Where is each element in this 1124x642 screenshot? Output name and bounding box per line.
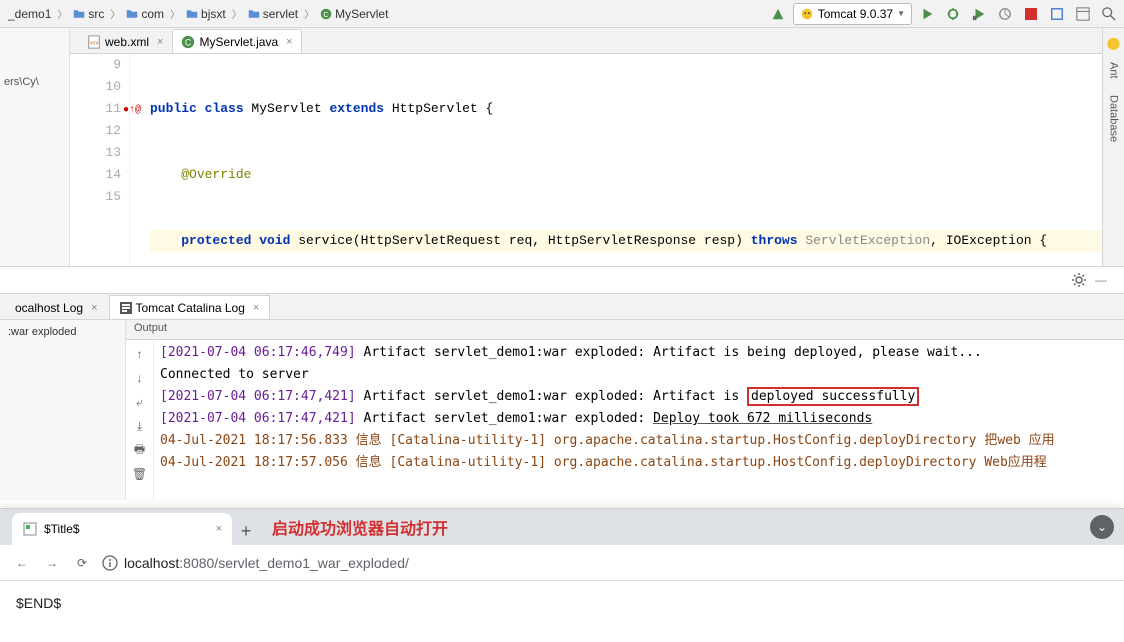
breadcrumb: _demo1 〉 src 〉 com 〉 bjsxt 〉 servlet 〉 C… (4, 5, 767, 23)
info-icon[interactable] (102, 555, 118, 571)
scroll-up-icon[interactable]: ↑ (130, 344, 150, 364)
log-icon (120, 302, 132, 314)
tomcat-icon (800, 7, 814, 21)
scroll-to-end-icon[interactable]: ⤓ (130, 416, 150, 436)
page-icon (22, 521, 38, 537)
back-button[interactable]: ← (12, 556, 32, 570)
reload-button[interactable]: ⟳ (72, 556, 92, 570)
crumb-com[interactable]: com (122, 5, 168, 23)
address-bar[interactable]: localhost:8080/servlet_demo1_war_explode… (102, 555, 1112, 571)
chevron-right-icon: 〉 (110, 6, 120, 21)
annotation-text: 启动成功浏览器自动打开 (272, 515, 448, 539)
chevron-right-icon: 〉 (304, 6, 314, 21)
code-editor[interactable]: 9 10 11●↑@ 12 13 14 15 public class MySe… (70, 54, 1102, 266)
layout-button[interactable] (1072, 3, 1094, 25)
build-icon[interactable] (767, 3, 789, 25)
forward-button[interactable]: → (42, 556, 62, 570)
svg-text:C: C (323, 10, 329, 19)
localhost-log-tab[interactable]: ocalhost Log× (4, 295, 109, 319)
catalina-log-tab[interactable]: Tomcat Catalina Log× (109, 295, 271, 319)
highlight-deployed: deployed successfully (747, 387, 919, 406)
java-class-icon: C (181, 35, 195, 49)
run-coverage-button[interactable] (968, 3, 990, 25)
file-tab-myservlet[interactable]: C MyServlet.java × (172, 29, 301, 53)
crumb-servlet[interactable]: servlet (244, 5, 302, 23)
run-config-selector[interactable]: Tomcat 9.0.37 ▼ (793, 3, 912, 25)
clear-icon[interactable]: 🗑 (130, 464, 150, 484)
ide-notification-icon[interactable]: ⬤ (1107, 36, 1120, 50)
line-gutter: 9 10 11●↑@ 12 13 14 15 (70, 54, 130, 266)
close-icon[interactable]: × (216, 523, 222, 535)
run-button[interactable] (916, 3, 938, 25)
gear-icon[interactable] (1068, 269, 1090, 291)
close-icon[interactable]: × (286, 36, 292, 48)
print-icon[interactable]: 🖶 (130, 440, 150, 460)
svg-text:C: C (185, 37, 191, 47)
override-gutter-icon[interactable]: ●↑@ (123, 100, 141, 122)
update-button[interactable] (1046, 3, 1068, 25)
browser-window: $Title$ × + 启动成功浏览器自动打开 ⌄ ← → ⟳ localhos… (0, 508, 1124, 642)
browser-tab[interactable]: $Title$ × (12, 513, 232, 545)
tab-list-button[interactable]: ⌄ (1090, 515, 1114, 539)
hide-panel-icon[interactable]: — (1090, 269, 1112, 291)
profile-button[interactable] (994, 3, 1016, 25)
chevron-right-icon: 〉 (170, 6, 180, 21)
stop-button[interactable] (1020, 3, 1042, 25)
search-icon[interactable] (1098, 3, 1120, 25)
scroll-down-icon[interactable]: ↓ (130, 368, 150, 388)
debug-button[interactable] (942, 3, 964, 25)
close-icon[interactable]: × (91, 302, 97, 314)
xml-file-icon: xml (87, 35, 101, 49)
crumb-bjsxt[interactable]: bjsxt (182, 5, 230, 23)
chevron-down-icon: ▼ (897, 9, 905, 18)
chevron-right-icon: 〉 (232, 6, 242, 21)
close-icon[interactable]: × (253, 302, 259, 314)
close-icon[interactable]: × (157, 36, 163, 48)
console-output[interactable]: [2021-07-04 06:17:46,749] Artifact servl… (154, 340, 1124, 500)
file-tab-webxml[interactable]: xml web.xml × (78, 29, 172, 53)
deployment-label: :war exploded (0, 320, 126, 500)
new-tab-button[interactable]: + (232, 517, 260, 545)
ant-tool-tab[interactable]: Ant (1108, 58, 1120, 83)
page-body: $END$ (0, 581, 1124, 625)
output-header: Output (126, 320, 1124, 340)
crumb-project[interactable]: _demo1 (4, 5, 55, 23)
crumb-class[interactable]: CMyServlet (316, 5, 392, 23)
chevron-right-icon: 〉 (57, 6, 67, 21)
crumb-src[interactable]: src (69, 5, 108, 23)
project-panel-collapsed[interactable]: ers\Cy\ (0, 28, 70, 266)
svg-text:xml: xml (90, 40, 98, 46)
database-tool-tab[interactable]: Database (1108, 91, 1120, 146)
soft-wrap-icon[interactable]: ⤶ (130, 392, 150, 412)
